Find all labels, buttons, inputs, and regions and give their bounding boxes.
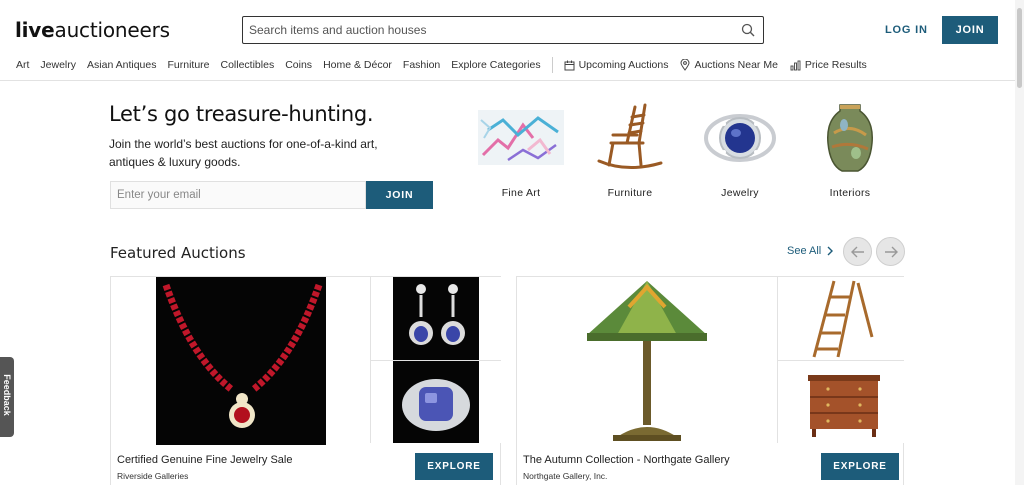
nav-divider xyxy=(551,57,553,73)
search-input[interactable] xyxy=(243,17,723,43)
search-icon[interactable] xyxy=(741,23,755,37)
auction-main-image xyxy=(111,277,370,445)
nav-price-results-label: Price Results xyxy=(804,59,867,71)
auction-card[interactable]: The Autumn Collection - Northgate Galler… xyxy=(516,276,904,485)
carousel-next-button[interactable] xyxy=(876,237,905,266)
arrow-left-icon xyxy=(850,246,864,257)
category-tile-interiors[interactable]: Interiors xyxy=(800,100,900,199)
feedback-label: Feedback xyxy=(2,374,12,416)
scrollbar-thumb[interactable] xyxy=(1017,8,1022,88)
featured-auctions-title: Featured Auctions xyxy=(110,244,246,262)
nav-item-asian-antiques[interactable]: Asian Antiques xyxy=(87,59,156,71)
nav-price-results[interactable]: Price Results xyxy=(790,59,867,71)
category-nav: Art Jewelry Asian Antiques Furniture Col… xyxy=(16,57,879,73)
category-label: Furniture xyxy=(607,187,653,199)
vase-image xyxy=(800,100,900,175)
search-bar xyxy=(242,16,764,44)
bar-chart-icon xyxy=(790,60,801,70)
nav-auctions-near-me-label: Auctions Near Me xyxy=(694,59,778,71)
feedback-tab[interactable]: Feedback xyxy=(0,357,14,437)
nav-item-collectibles[interactable]: Collectibles xyxy=(221,59,275,71)
login-link[interactable]: LOG IN xyxy=(885,24,928,36)
rocking-chair-image xyxy=(580,100,680,175)
see-all-link[interactable]: See All xyxy=(787,245,834,257)
auction-name[interactable]: Certified Genuine Fine Jewelry Sale xyxy=(117,454,292,466)
chevron-right-icon xyxy=(827,246,834,256)
explore-button[interactable]: EXPLORE xyxy=(415,453,493,480)
category-tile-jewelry[interactable]: Jewelry xyxy=(690,100,790,199)
sapphire-ring-image xyxy=(690,100,790,175)
auction-house[interactable]: Riverside Galleries xyxy=(117,471,188,481)
auction-card[interactable]: Certified Genuine Fine Jewelry Sale Rive… xyxy=(110,276,501,485)
fine-art-image xyxy=(471,100,571,175)
location-pin-icon xyxy=(680,59,690,71)
carousel-prev-button[interactable] xyxy=(843,237,872,266)
nav-item-furniture[interactable]: Furniture xyxy=(167,59,209,71)
arrow-right-icon xyxy=(884,246,898,257)
category-label: Jewelry xyxy=(721,187,759,199)
join-button[interactable]: JOIN xyxy=(942,16,998,44)
email-field[interactable] xyxy=(111,182,365,208)
nav-item-fashion[interactable]: Fashion xyxy=(403,59,440,71)
auction-name[interactable]: The Autumn Collection - Northgate Galler… xyxy=(523,454,730,466)
auction-thumb-dresser xyxy=(777,360,904,443)
site-logo[interactable]: liveauctioneers xyxy=(15,18,170,42)
explore-button[interactable]: EXPLORE xyxy=(821,453,899,480)
category-tile-fine-art[interactable]: Fine Art xyxy=(471,100,571,199)
site-header: liveauctioneers LOG IN JOIN Art Jewelry … xyxy=(0,0,1024,81)
category-label: Fine Art xyxy=(501,187,541,199)
hero-subtitle: Join the world’s best auctions for one-o… xyxy=(109,137,378,169)
auction-main-image xyxy=(517,277,777,445)
nav-item-jewelry[interactable]: Jewelry xyxy=(40,59,76,71)
nav-item-art[interactable]: Art xyxy=(16,59,29,71)
see-all-label: See All xyxy=(787,245,822,257)
calendar-icon xyxy=(564,60,575,70)
nav-upcoming-auctions[interactable]: Upcoming Auctions xyxy=(564,59,669,71)
nav-upcoming-auctions-label: Upcoming Auctions xyxy=(578,59,669,71)
email-field-wrapper xyxy=(110,181,366,209)
category-tile-furniture[interactable]: Furniture xyxy=(580,100,680,199)
auction-thumb-ladder xyxy=(777,277,904,360)
nav-auctions-near-me[interactable]: Auctions Near Me xyxy=(680,59,778,71)
hero-title: Let’s go treasure-hunting. xyxy=(109,102,374,126)
page-scrollbar[interactable] xyxy=(1015,0,1024,485)
nav-item-explore-categories[interactable]: Explore Categories xyxy=(451,59,540,71)
auction-thumb-ring xyxy=(370,360,501,443)
nav-item-coins[interactable]: Coins xyxy=(285,59,312,71)
email-join-button[interactable]: JOIN xyxy=(366,181,433,209)
auction-house[interactable]: Northgate Gallery, Inc. xyxy=(523,471,607,481)
nav-item-home-decor[interactable]: Home & Décor xyxy=(323,59,392,71)
auction-thumb-earrings xyxy=(370,277,501,360)
category-label: Interiors xyxy=(829,187,871,199)
